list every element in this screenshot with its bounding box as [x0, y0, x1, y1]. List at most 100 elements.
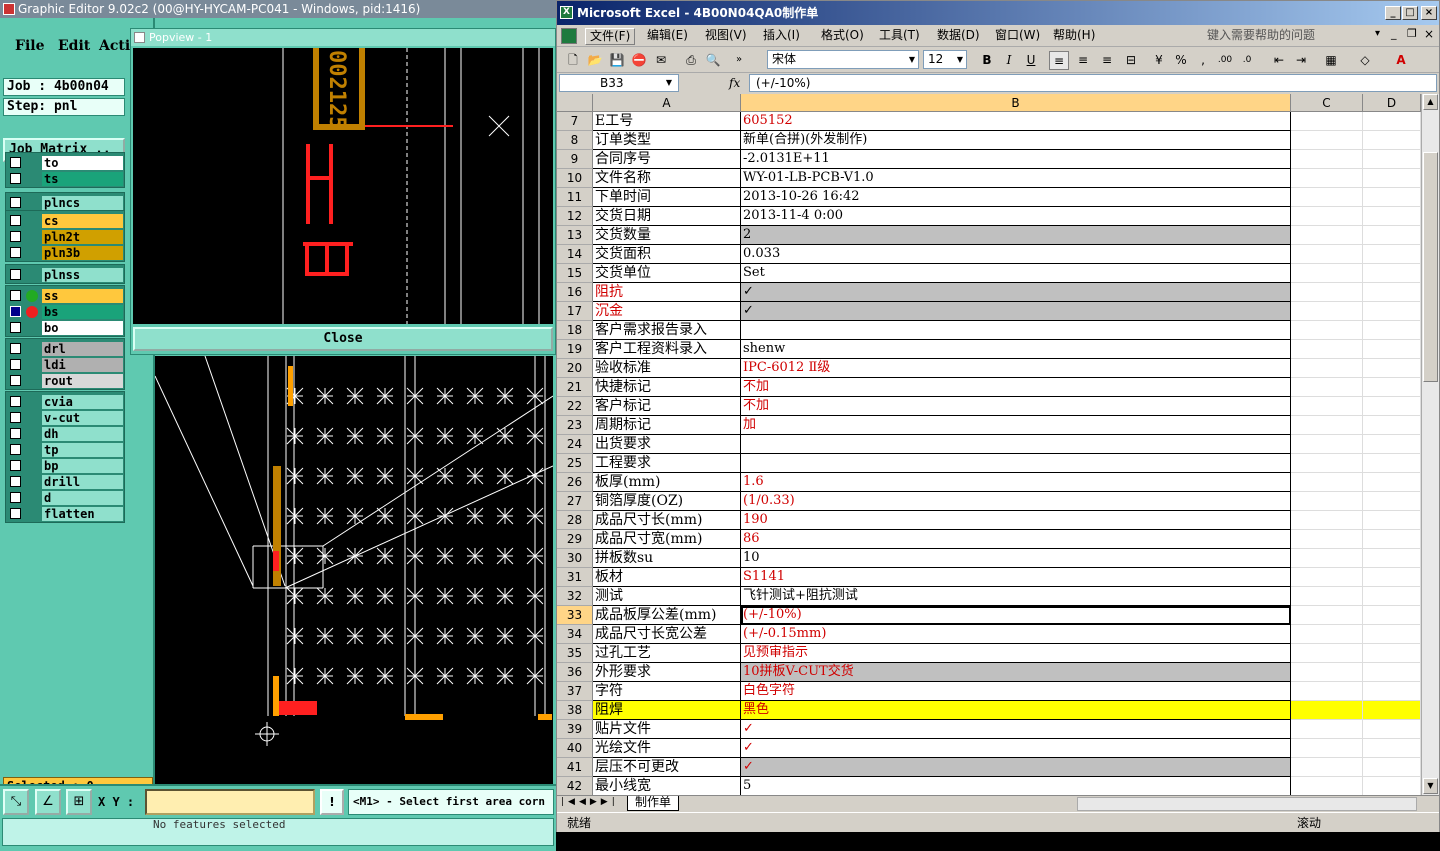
cell-c[interactable] — [1291, 359, 1363, 378]
cell-a[interactable]: 快捷标记 — [593, 378, 741, 397]
cell-b[interactable]: (1/0.33) — [741, 492, 1291, 511]
menu-file[interactable]: File — [15, 38, 44, 54]
column-header-b[interactable]: B — [741, 94, 1291, 112]
cell-a[interactable]: 拼板数su — [593, 549, 741, 568]
cell-b[interactable]: (+/-0.15mm) — [741, 625, 1291, 644]
cell-a[interactable]: 成品尺寸长宽公差 — [593, 625, 741, 644]
cell-c[interactable] — [1291, 131, 1363, 150]
cell-a[interactable]: 交货日期 — [593, 207, 741, 226]
layer-row-bo[interactable]: bo — [6, 320, 126, 336]
vertical-scrollbar[interactable]: ▲ ▼ — [1421, 94, 1439, 795]
layer-checkbox[interactable] — [10, 460, 21, 471]
cell-a[interactable]: 铜箔厚度(OZ) — [593, 492, 741, 511]
row-header[interactable]: 31 — [557, 568, 593, 587]
cell-b[interactable]: 10 — [741, 549, 1291, 568]
layer-row-bs[interactable]: bs — [6, 304, 126, 320]
cell-c[interactable] — [1291, 416, 1363, 435]
spreadsheet-grid[interactable]: A B C D 7 E工号 605152 8 订单类型 新单(合拼)(外发制作) 9 合同序号… — [557, 94, 1421, 795]
cell-c[interactable] — [1291, 188, 1363, 207]
cell-a[interactable]: 阻抗 — [593, 283, 741, 302]
cell-c[interactable] — [1291, 397, 1363, 416]
cell-d[interactable] — [1363, 511, 1421, 530]
cell-c[interactable] — [1291, 530, 1363, 549]
row-header[interactable]: 28 — [557, 511, 593, 530]
row-header[interactable]: 7 — [557, 112, 593, 131]
menu-view[interactable]: 视图(V) — [701, 28, 751, 45]
cell-c[interactable] — [1291, 207, 1363, 226]
menu-edit[interactable]: Edit — [58, 38, 90, 54]
cell-c[interactable] — [1291, 283, 1363, 302]
cell-c[interactable] — [1291, 720, 1363, 739]
cell-c[interactable] — [1291, 739, 1363, 758]
cell-a[interactable]: 阻焊 — [593, 701, 741, 720]
menu-data[interactable]: 数据(D) — [933, 28, 984, 45]
workbook-close-icon[interactable]: × — [1424, 27, 1434, 41]
cell-b[interactable]: 2 — [741, 226, 1291, 245]
cell-b[interactable]: Set — [741, 264, 1291, 283]
cell-a[interactable]: 下单时间 — [593, 188, 741, 207]
cell-d[interactable] — [1363, 587, 1421, 606]
cell-c[interactable] — [1291, 568, 1363, 587]
cell-d[interactable] — [1363, 397, 1421, 416]
row-header[interactable]: 18 — [557, 321, 593, 340]
cell-d[interactable] — [1363, 321, 1421, 340]
cell-a[interactable]: 客户标记 — [593, 397, 741, 416]
layer-row-dh[interactable]: dh — [6, 426, 126, 442]
help-search-input[interactable]: 键入需要帮助的问题 — [1207, 26, 1375, 44]
layer-row-drl[interactable]: drl — [6, 341, 126, 357]
cell-b[interactable]: 黑色 — [741, 701, 1291, 720]
fill-color-icon[interactable]: ◇ — [1355, 51, 1375, 70]
print-icon[interactable]: ⎙ — [681, 51, 701, 70]
cell-d[interactable] — [1363, 378, 1421, 397]
layer-checkbox[interactable] — [10, 444, 21, 455]
cell-d[interactable] — [1363, 777, 1421, 795]
open-icon[interactable]: 📂 — [585, 51, 605, 70]
currency-icon[interactable]: ¥ — [1149, 51, 1169, 70]
cell-b[interactable]: ✓ — [741, 302, 1291, 321]
cell-b[interactable]: (+/-10%) — [741, 606, 1291, 625]
cell-b[interactable]: 0.033 — [741, 245, 1291, 264]
cell-a[interactable]: 文件名称 — [593, 169, 741, 188]
increase-indent-icon[interactable]: ⇥ — [1291, 51, 1311, 70]
grid-snap-icon[interactable]: ⊞ — [66, 789, 92, 815]
scroll-thumb[interactable] — [1423, 152, 1438, 382]
cell-a[interactable]: 测试 — [593, 587, 741, 606]
bold-icon[interactable]: B — [977, 51, 997, 70]
cell-a[interactable]: 字符 — [593, 682, 741, 701]
layer-checkbox[interactable] — [10, 231, 21, 242]
cell-a[interactable]: 成品板厚公差(mm) — [593, 606, 741, 625]
cell-a[interactable]: E工号 — [593, 112, 741, 131]
cell-a[interactable]: 成品尺寸长(mm) — [593, 511, 741, 530]
graphics-canvas[interactable] — [155, 356, 553, 784]
email-icon[interactable]: ✉ — [651, 51, 671, 70]
row-header[interactable]: 13 — [557, 226, 593, 245]
menu-file[interactable]: 文件(F) — [585, 28, 636, 45]
permission-icon[interactable]: ⛔ — [629, 51, 649, 70]
cell-d[interactable] — [1363, 549, 1421, 568]
cell-c[interactable] — [1291, 226, 1363, 245]
cell-a[interactable]: 最小线宽 — [593, 777, 741, 795]
layer-checkbox[interactable] — [10, 197, 21, 208]
cell-c[interactable] — [1291, 302, 1363, 321]
row-header[interactable]: 16 — [557, 283, 593, 302]
cell-b[interactable]: 新单(合拼)(外发制作) — [741, 131, 1291, 150]
cell-b[interactable]: shenw — [741, 340, 1291, 359]
cell-c[interactable] — [1291, 549, 1363, 568]
cell-d[interactable] — [1363, 150, 1421, 169]
scroll-up-icon[interactable]: ▲ — [1423, 94, 1438, 110]
cell-c[interactable] — [1291, 492, 1363, 511]
menu-actions[interactable]: Acti — [99, 38, 130, 54]
row-header[interactable]: 25 — [557, 454, 593, 473]
layer-row-pln3b[interactable]: pln3b — [6, 245, 126, 261]
cell-a[interactable]: 成品尺寸宽(mm) — [593, 530, 741, 549]
row-header[interactable]: 33 — [557, 606, 593, 625]
cell-b[interactable] — [741, 321, 1291, 340]
cell-b[interactable]: 1.6 — [741, 473, 1291, 492]
cell-d[interactable] — [1363, 340, 1421, 359]
measure-icon[interactable]: ∠ — [35, 789, 61, 815]
cell-d[interactable] — [1363, 454, 1421, 473]
layer-checkbox[interactable] — [10, 215, 21, 226]
layer-checkbox[interactable] — [10, 375, 21, 386]
row-header[interactable]: 12 — [557, 207, 593, 226]
layer-row-tp[interactable]: tp — [6, 442, 126, 458]
